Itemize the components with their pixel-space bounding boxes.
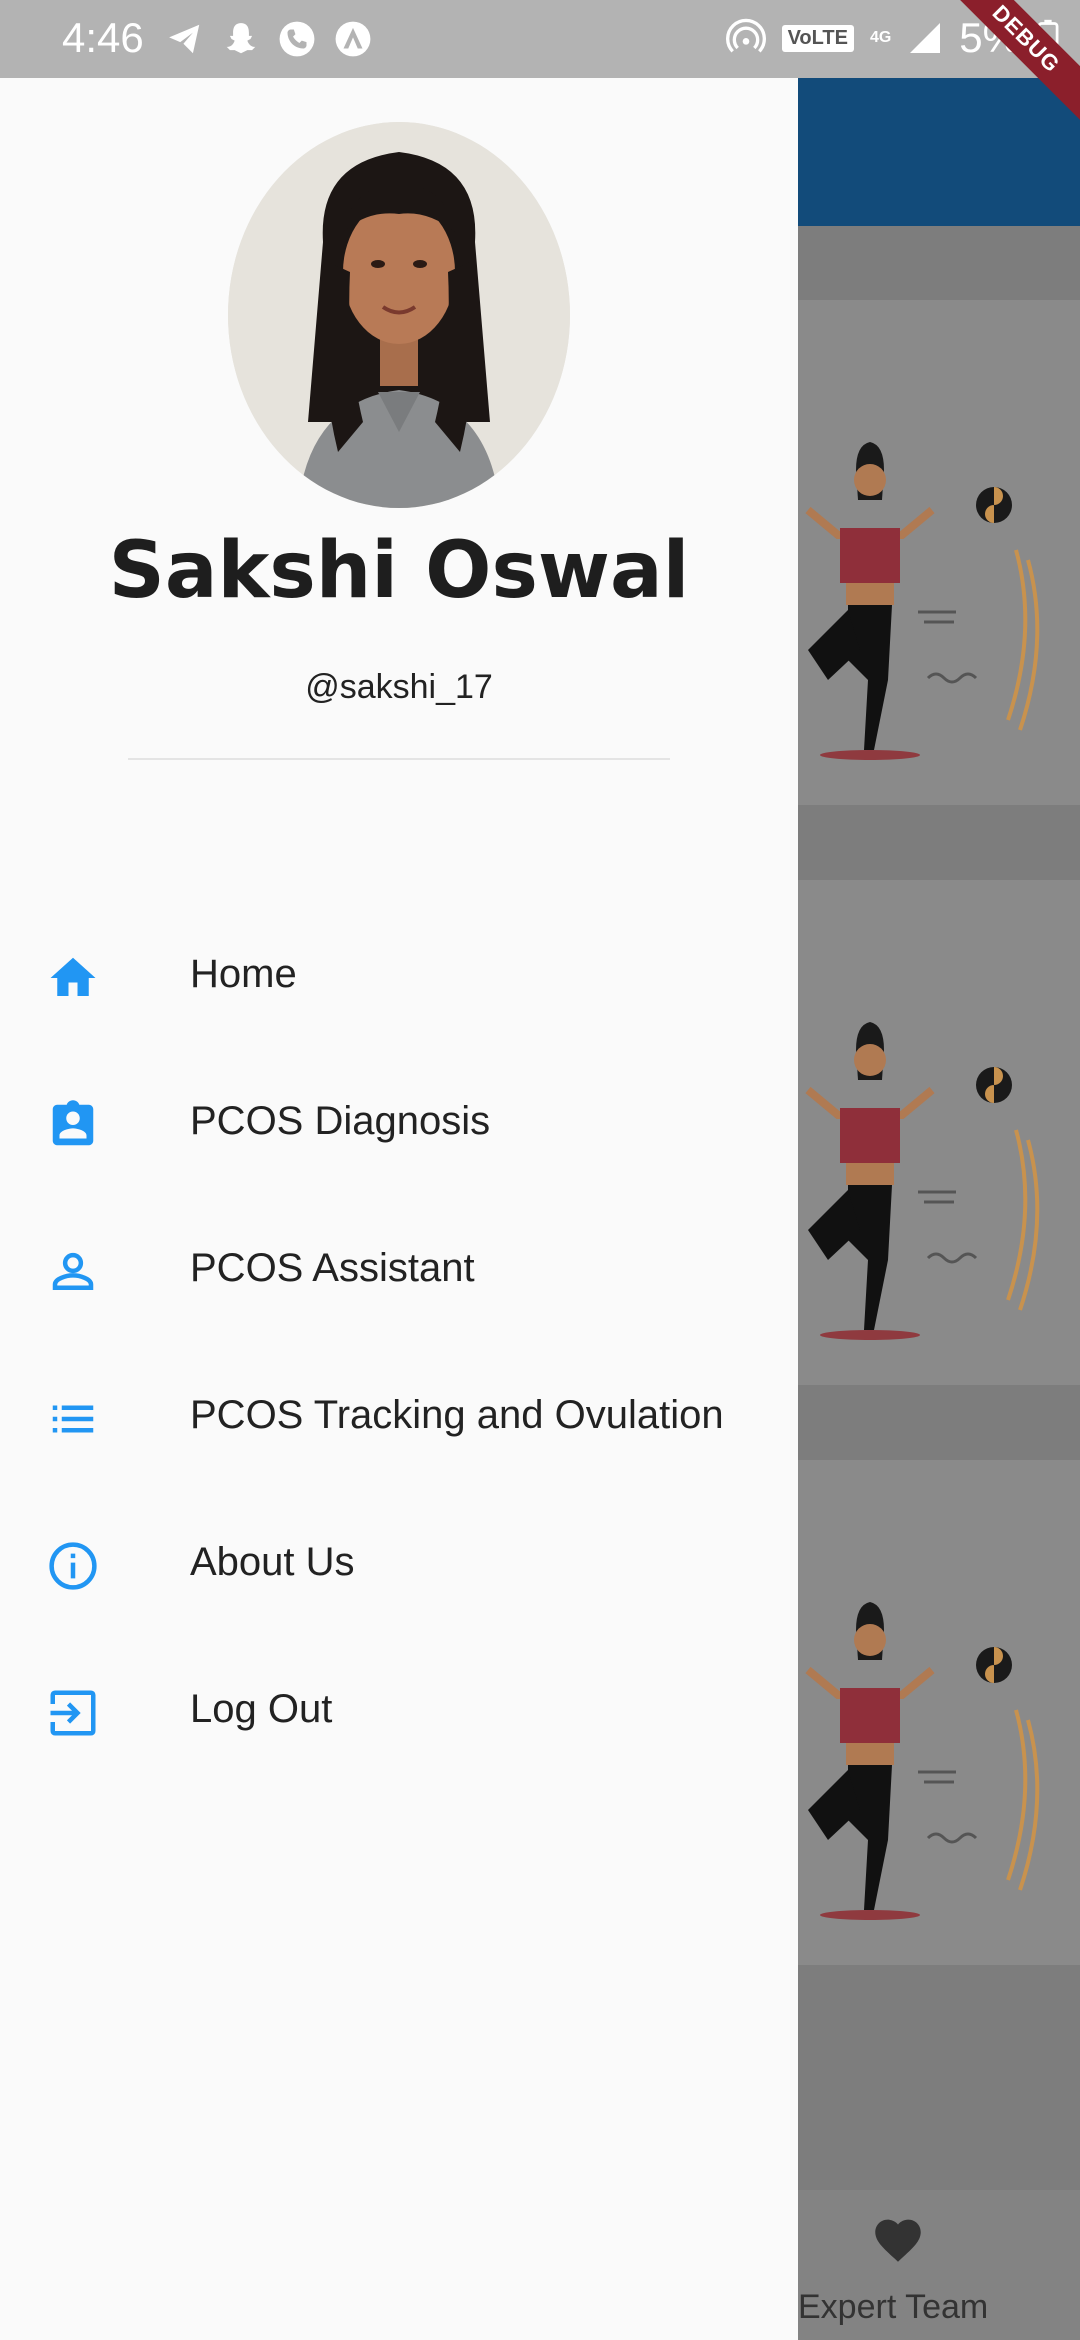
yoga-card[interactable] bbox=[798, 880, 1080, 1385]
signal-icon bbox=[910, 23, 941, 53]
yoga-card[interactable] bbox=[798, 300, 1080, 805]
divider bbox=[128, 758, 670, 760]
menu-item-home[interactable]: Home bbox=[0, 908, 798, 1038]
yoga-illustration bbox=[805, 1602, 1040, 1920]
info-icon bbox=[49, 1542, 97, 1590]
diagnosis-icon bbox=[52, 1100, 94, 1146]
profile-handle: @sakshi_17 bbox=[305, 668, 493, 706]
status-bar: 4:46 VoLTE 4G 5% DEBUG bbox=[0, 0, 1080, 124]
bottom-nav-expert-team[interactable]: Expert Team bbox=[798, 2190, 998, 2340]
menu-item-pcos-assistant[interactable]: PCOS Assistant bbox=[0, 1202, 798, 1332]
menu-item-log-out[interactable]: Log Out bbox=[0, 1643, 798, 1773]
menu-label: Log Out bbox=[190, 1687, 333, 1731]
profile-name: Sakshi Oswal bbox=[108, 526, 690, 616]
yoga-illustration bbox=[805, 1022, 1040, 1340]
home-icon bbox=[50, 957, 96, 996]
status-time: 4:46 bbox=[62, 14, 144, 61]
volte-badge: VoLTE bbox=[781, 24, 854, 52]
menu-label: PCOS Assistant bbox=[190, 1246, 475, 1290]
expert-team-label: Expert Team bbox=[798, 2288, 989, 2326]
notification-icons bbox=[166, 20, 372, 58]
yoga-illustration bbox=[805, 442, 1040, 760]
hotspot-icon bbox=[725, 18, 766, 53]
list-icon bbox=[52, 1405, 94, 1433]
profile-photo bbox=[228, 122, 570, 508]
heart-icon bbox=[875, 2219, 921, 2262]
menu-item-pcos-tracking[interactable]: PCOS Tracking and Ovulation bbox=[0, 1349, 798, 1479]
logout-icon bbox=[50, 1690, 96, 1736]
menu-label: PCOS Diagnosis bbox=[190, 1099, 491, 1143]
app-icon bbox=[335, 21, 371, 57]
menu-item-pcos-diagnosis[interactable]: PCOS Diagnosis bbox=[0, 1055, 798, 1185]
menu-label: About Us bbox=[190, 1540, 355, 1584]
telegram-icon bbox=[169, 24, 200, 54]
person-icon bbox=[52, 1252, 94, 1290]
menu-item-about-us[interactable]: About Us bbox=[0, 1496, 798, 1626]
avatar[interactable] bbox=[228, 122, 570, 508]
navigation-drawer: Sakshi Oswal @sakshi_17 Home PCOS Diagno… bbox=[0, 78, 798, 2340]
yoga-card[interactable] bbox=[798, 1460, 1080, 1965]
menu-label: PCOS Tracking and Ovulation bbox=[190, 1393, 724, 1437]
phone-icon bbox=[279, 21, 315, 57]
menu-label: Home bbox=[190, 952, 297, 996]
snapchat-icon bbox=[226, 23, 256, 54]
network-type: 4G bbox=[869, 29, 892, 46]
